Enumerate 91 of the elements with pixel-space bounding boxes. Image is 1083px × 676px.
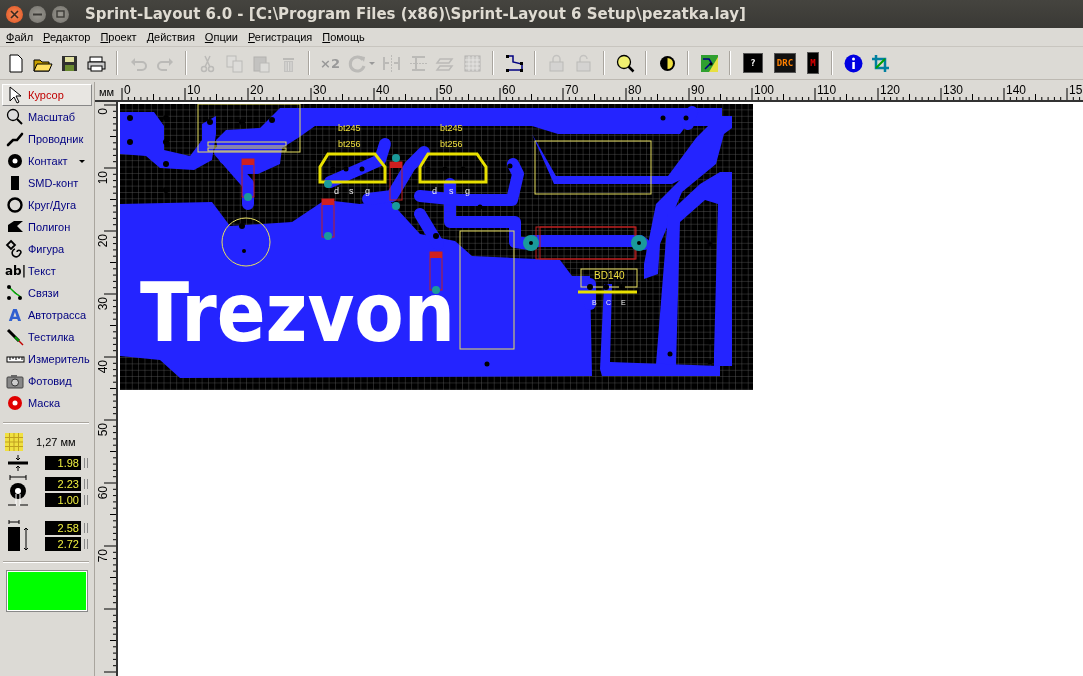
ruler-label: 60: [96, 486, 110, 500]
magnifier-icon: [5, 107, 25, 127]
ruler-label: 100: [754, 83, 775, 97]
ruler-label: 30: [313, 83, 327, 97]
silkscreen-label: d: [334, 186, 339, 196]
minimize-icon: [33, 12, 42, 16]
tool-button[interactable]: A Автотрасса: [2, 304, 92, 326]
copy-icon: [223, 52, 245, 74]
ruler-label: 0: [124, 83, 131, 97]
menu-item[interactable]: Проект: [95, 31, 142, 43]
tool-button[interactable]: Круг/Дуга: [2, 194, 92, 216]
silkscreen-label: s: [349, 186, 354, 196]
silkscreen-label: bt256: [440, 139, 463, 149]
ruler-label: 110: [817, 83, 837, 97]
pad-ring-icon: [5, 151, 25, 171]
magnifier-icon: [614, 52, 636, 74]
ruler-label: 140: [1006, 83, 1027, 97]
tool-button[interactable]: Тестилка: [2, 326, 92, 348]
close-icon: [10, 9, 19, 19]
ruler-label: 50: [96, 423, 110, 437]
value-field[interactable]: 1.00: [45, 493, 81, 507]
connection-dots-icon: [5, 283, 25, 303]
silkscreen-label: s: [449, 186, 454, 196]
ruler-label: 60: [502, 83, 516, 97]
maximize-icon: [56, 10, 65, 18]
ruler-label: 50: [439, 83, 453, 97]
window-title: Sprint-Layout 6.0 - [C:\Program Files (x86)\Sprint-Layout 6 Setup\pezatka.lay]: [85, 5, 746, 23]
tool-button[interactable]: Полигон: [2, 216, 92, 238]
ruler-label: 70: [96, 549, 110, 563]
menu-item[interactable]: Редактор: [38, 31, 96, 43]
letter-a-icon: A: [5, 305, 25, 325]
minimize-button[interactable]: [29, 5, 46, 23]
grid-icon: [4, 432, 24, 452]
tool-button[interactable]: Связи: [2, 282, 92, 304]
ruler-label: 15: [1069, 83, 1083, 97]
board-text: Trezvon: [140, 265, 499, 360]
ruler-unit-label: мм: [98, 86, 115, 98]
autoroute-board-icon: [698, 52, 720, 74]
tool-button[interactable]: Масштаб: [2, 106, 92, 128]
ruler-label: 0: [96, 108, 110, 115]
ring-dot-icon: [5, 393, 25, 413]
silkscreen-label: bt245: [338, 123, 361, 133]
menu-item[interactable]: Действия: [141, 31, 200, 43]
menu-item[interactable]: Файл: [1, 31, 39, 43]
silkscreen-label: bt256: [338, 139, 361, 149]
tool-button[interactable]: ab| Текст: [2, 260, 92, 282]
info-icon: [842, 52, 864, 74]
ruler-label: 20: [250, 83, 264, 97]
text-tool-icon: ab|: [5, 264, 25, 278]
tool-button[interactable]: Курсор: [2, 84, 92, 106]
tool-button[interactable]: Контакт: [2, 150, 92, 172]
menu-item[interactable]: Регистрация: [242, 31, 318, 43]
close-button[interactable]: [6, 5, 23, 23]
ruler-label: 70: [565, 83, 579, 97]
silkscreen-label: BD140: [594, 270, 625, 281]
ruler-label: 130: [943, 83, 964, 97]
ruler-label: 90: [691, 83, 705, 97]
shapes-icon: [5, 239, 25, 259]
circle-outline-icon: [5, 195, 25, 215]
tool-button[interactable]: Проводник: [2, 128, 92, 150]
connection-nodes-icon: [503, 52, 525, 74]
mirror-horizontal-icon: [380, 52, 402, 74]
tool-button[interactable]: SMD-конт: [2, 172, 92, 194]
menu-item[interactable]: Опции: [199, 31, 243, 43]
ruler-label: 120: [880, 83, 901, 97]
grid-pattern-icon: [461, 52, 483, 74]
tool-button[interactable]: Фотовид: [2, 370, 92, 392]
silkscreen-label: bt245: [440, 123, 463, 133]
value-field[interactable]: 2.72: [45, 537, 81, 551]
ruler-label: 10: [96, 171, 110, 185]
ruler-label: 10: [187, 83, 201, 97]
probe-icon: [5, 327, 25, 347]
silkscreen-label: g: [465, 186, 470, 196]
ruler-label: 30: [96, 297, 110, 311]
value-field[interactable]: 1.98: [45, 456, 81, 470]
ruler-label: 20: [96, 234, 110, 248]
tool-button[interactable]: Измеритель: [2, 348, 92, 370]
ruler-label: 80: [628, 83, 642, 97]
color-swatch[interactable]: [7, 571, 87, 611]
tool-button[interactable]: Маска: [2, 392, 92, 414]
grid-size-label: 1,27 мм: [36, 436, 76, 448]
tool-button[interactable]: Фигура: [2, 238, 92, 260]
value-field[interactable]: 2.23: [45, 477, 81, 491]
silkscreen-label: g: [365, 186, 370, 196]
silkscreen-label: d: [432, 186, 437, 196]
maximize-button[interactable]: [52, 5, 69, 23]
ruler-label: 40: [376, 83, 390, 97]
ruler-label: 40: [96, 360, 110, 374]
value-field[interactable]: 2.58: [45, 521, 81, 535]
menu-item[interactable]: Помощь: [317, 31, 370, 43]
crop-icon: [869, 52, 891, 74]
